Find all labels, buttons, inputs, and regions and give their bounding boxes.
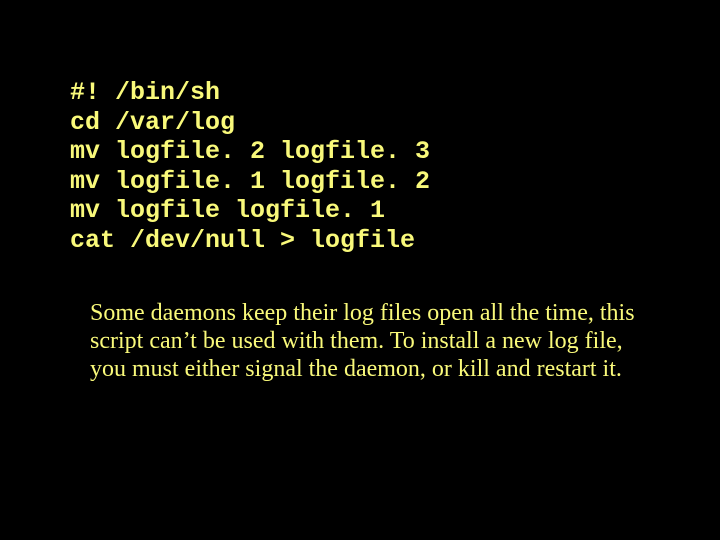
slide: #! /bin/sh cd /var/log mv logfile. 2 log… [0,0,720,540]
code-line-2: mv logfile. 2 logfile. 3 [70,137,430,166]
code-line-3: mv logfile. 1 logfile. 2 [70,167,430,196]
code-line-5: cat /dev/null > logfile [70,226,415,255]
code-line-4: mv logfile logfile. 1 [70,196,385,225]
code-line-0: #! /bin/sh [70,78,220,107]
explanatory-paragraph: Some daemons keep their log files open a… [90,300,635,383]
code-line-1: cd /var/log [70,108,235,137]
code-block: #! /bin/sh cd /var/log mv logfile. 2 log… [70,78,430,255]
